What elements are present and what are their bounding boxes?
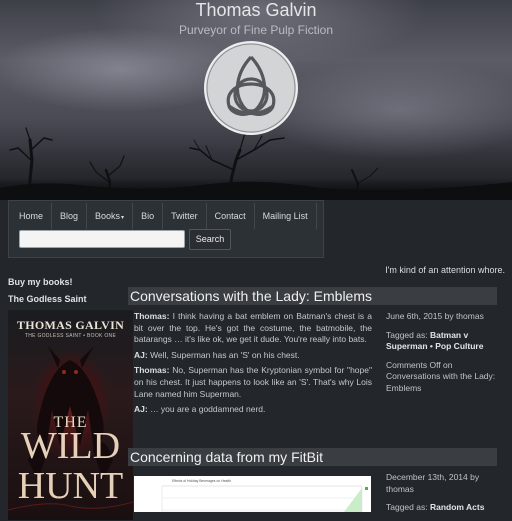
nav-item-bio[interactable]: Bio	[133, 203, 164, 229]
post-date: December 13th, 2014 by thomas	[386, 472, 480, 494]
nav-item-mailing-list[interactable]: Mailing List	[255, 203, 317, 229]
attention-text: I'm kind of an attention whore.	[385, 265, 505, 275]
post-title[interactable]: Concerning data from my FitBit	[128, 448, 497, 466]
speaker-name: Thomas:	[134, 365, 170, 376]
triquetra-icon[interactable]	[203, 40, 299, 136]
cover-author: THOMAS GALVIN	[16, 318, 125, 332]
site-header: Thomas Galvin Purveyor of Fine Pulp Fict…	[0, 0, 512, 200]
fitbit-chart-graphic: Effects of Holiday Beverages on Health	[161, 479, 368, 512]
tag-links[interactable]: Random Acts	[430, 502, 484, 512]
post-date: June 6th, 2015 by thomas	[386, 311, 484, 321]
nav-item-twitter[interactable]: Twitter	[163, 203, 207, 229]
site-title[interactable]: Thomas Galvin	[0, 0, 512, 22]
post-comments-status: Comments Off on Conversations with the L…	[386, 359, 496, 393]
search-button[interactable]: Search	[189, 229, 231, 250]
dialogue-line: Thomas: I think having a bat emblem on B…	[134, 311, 372, 346]
search-input[interactable]	[19, 230, 185, 248]
nav-item-home[interactable]: Home	[11, 203, 53, 229]
tags-prefix: Tagged as:	[386, 502, 430, 513]
fitbit-chart-image: Effects of Holiday Beverages on Health	[134, 476, 371, 512]
dialogue-line: AJ: … you are a goddamned nerd.	[134, 404, 372, 416]
post-tags: Tagged as: Batman v Superman • Pop Cultu…	[386, 330, 502, 353]
dialogue-text: Well, Superman has an 'S' on his chest.	[147, 349, 300, 360]
chart-title: Effects of Holiday Beverages on Health	[172, 479, 231, 483]
book-cover[interactable]: THOMAS GALVIN THE GODLESS SAINT • BOOK O…	[8, 310, 133, 520]
post-meta: June 6th, 2015 by thomas Tagged as: Batm…	[386, 311, 502, 402]
nav-item-books[interactable]: Books▾	[87, 203, 134, 229]
cover-series: THE GODLESS SAINT • BOOK ONE	[24, 333, 117, 339]
legend-swatch	[365, 487, 368, 490]
site-tagline: Purveyor of Fine Pulp Fiction	[178, 23, 334, 37]
ground-silhouette	[0, 178, 512, 200]
main-navbar: Home Blog Books▾ Bio Twitter Contact Mai…	[8, 200, 324, 258]
buy-books-heading: Buy my books!	[8, 277, 73, 287]
post-title[interactable]: Conversations with the Lady: Emblems	[128, 287, 497, 305]
speaker-name: AJ:	[134, 349, 148, 360]
post-body: Thomas: I think having a bat emblem on B…	[134, 311, 372, 420]
dialogue-line: Thomas: No, Superman has the Kryptonian …	[134, 365, 372, 400]
chevron-down-icon: ▾	[121, 215, 125, 221]
dialogue-line: AJ: Well, Superman has an 'S' on his che…	[134, 350, 372, 362]
dialogue-text: I think having a bat emblem on Batman's …	[134, 311, 372, 345]
speaker-name: AJ:	[134, 404, 148, 415]
cover-title-line2: HUNT	[17, 465, 124, 507]
post-meta: December 13th, 2014 by thomas Tagged as:…	[386, 472, 502, 521]
post-tags: Tagged as: Random Acts	[386, 502, 502, 514]
tags-prefix: Tagged as:	[386, 329, 430, 340]
nav-menu: Home Blog Books▾ Bio Twitter Contact Mai…	[11, 203, 317, 229]
nav-item-blog[interactable]: Blog	[52, 203, 88, 229]
nav-item-books-label: Books	[95, 211, 121, 221]
dialogue-text: … you are a goddamned nerd.	[147, 404, 266, 415]
dialogue-text: No, Superman has the Kryptonian symbol f…	[134, 365, 372, 399]
nav-item-contact[interactable]: Contact	[207, 203, 255, 229]
speaker-name: Thomas:	[134, 311, 170, 321]
book-heading[interactable]: The Godless Saint	[8, 294, 87, 304]
cover-title-line1: WILD	[20, 425, 121, 467]
